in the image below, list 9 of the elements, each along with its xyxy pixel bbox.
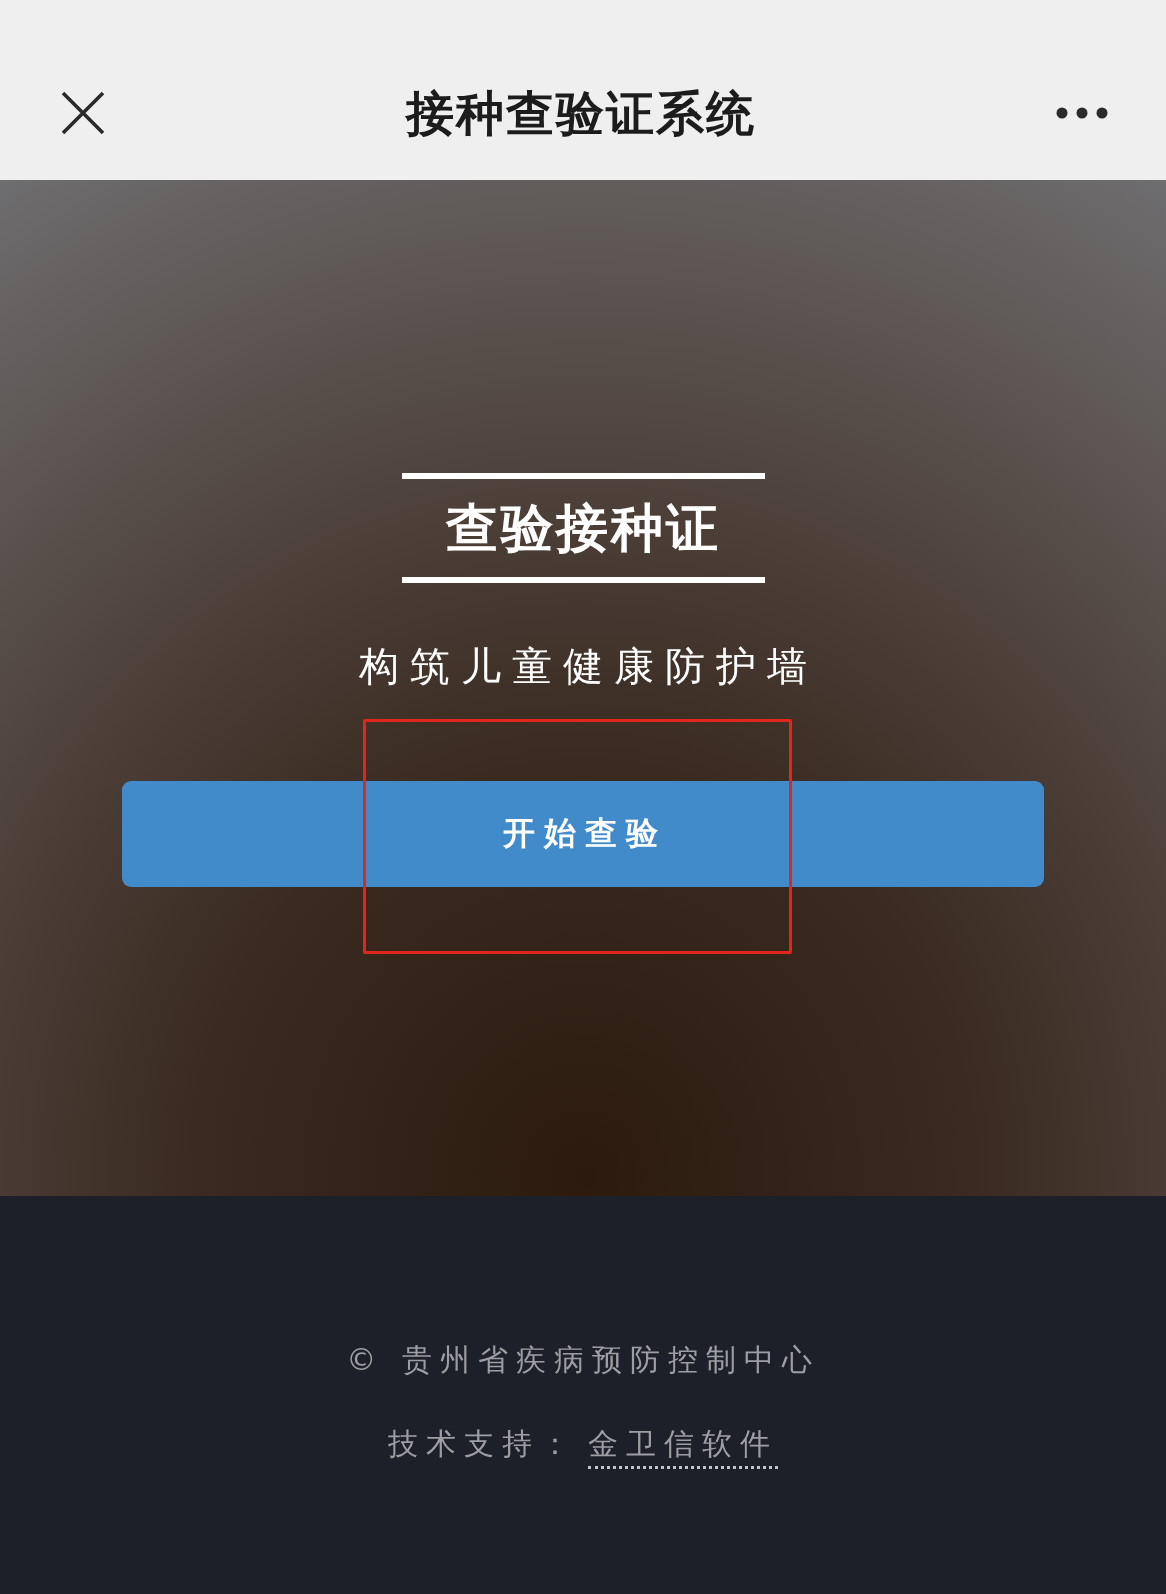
more-icon[interactable] bbox=[1056, 107, 1108, 119]
page-title: 接种查验证系统 bbox=[405, 84, 756, 143]
hero-subtitle: 构筑儿童健康防护墙 bbox=[358, 642, 818, 691]
close-icon[interactable] bbox=[61, 91, 105, 135]
copyright-text: © 贵州省疾病预防控制中心 bbox=[346, 1341, 820, 1379]
hero-title: 查验接种证 bbox=[445, 497, 721, 560]
support-link[interactable]: 金卫信软件 bbox=[588, 1424, 778, 1469]
support-label: 技术支持： bbox=[388, 1425, 578, 1463]
start-button[interactable]: 开始查验 bbox=[122, 781, 1044, 887]
